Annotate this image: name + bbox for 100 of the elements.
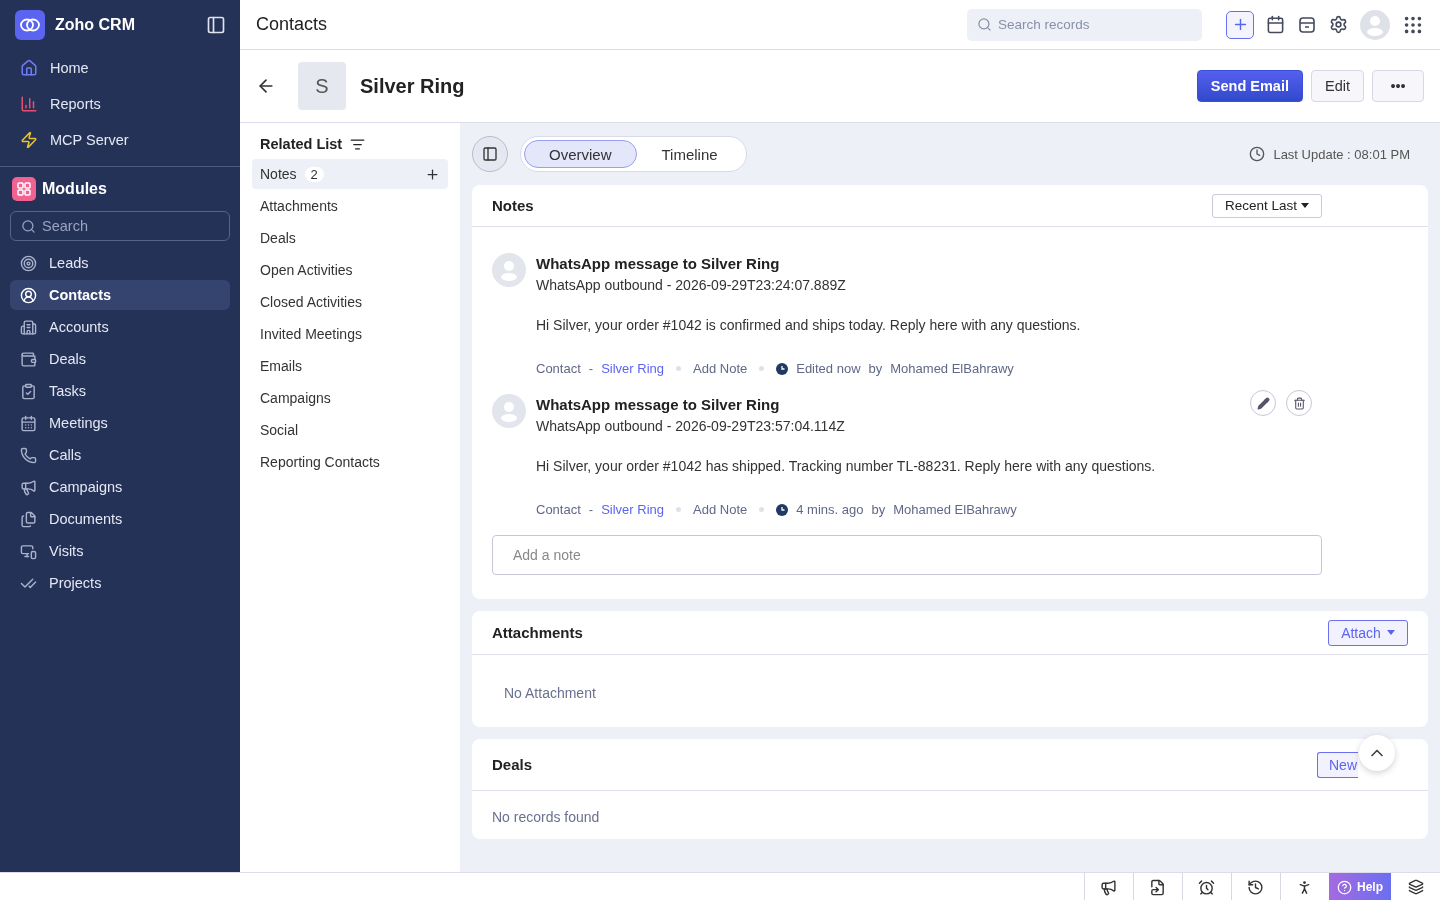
action-button[interactable]: Edit (1311, 70, 1364, 102)
count: 2 (304, 166, 324, 182)
filter-icon[interactable] (350, 136, 366, 152)
monitor-icon (20, 542, 37, 560)
panel-icon (482, 146, 498, 162)
related-list-item[interactable]: Campaigns (252, 383, 448, 413)
separator: - (588, 361, 594, 376)
module-item[interactable]: Campaigns (10, 472, 230, 502)
help-button[interactable]: Help (1329, 873, 1391, 900)
record-name: Silver Ring (360, 74, 466, 98)
avatar-icon (1364, 13, 1386, 36)
module-search-field[interactable]: Search (10, 211, 230, 241)
action-button[interactable]: ••• (1372, 70, 1424, 102)
avatar-icon (498, 400, 520, 422)
view-tab[interactable]: Overview (524, 140, 637, 168)
related-list-item[interactable]: Notes 2 (252, 159, 448, 189)
module-item[interactable]: Deals (10, 344, 230, 374)
note-text: Hi Silver, your order #1042 is confirmed and ships today. Reply here with any questions. (536, 316, 1081, 335)
note-time: Edited now (796, 361, 861, 376)
related-list-title: Related List (260, 136, 343, 152)
logo-icon (15, 10, 45, 40)
nav-item[interactable]: Reports (0, 86, 240, 122)
note-title: WhatsApp message to Silver Ring (536, 395, 781, 415)
wallet-icon (20, 350, 37, 368)
add-button[interactable] (1226, 10, 1254, 39)
record-link[interactable]: Silver Ring (601, 502, 664, 517)
module-label: Contact (536, 361, 581, 376)
modules-title: Modules (42, 180, 107, 198)
module-item[interactable]: Documents (10, 504, 230, 534)
note-author: Mohamed ElBahrawy (890, 361, 1014, 376)
settings-icon[interactable] (1329, 15, 1348, 34)
related-list-item[interactable]: Emails (252, 351, 448, 381)
sidebar-toggle-icon[interactable] (206, 15, 226, 35)
clock-icon (776, 503, 789, 516)
related-list-item[interactable]: Reporting Contacts (252, 447, 448, 477)
target-icon (20, 254, 37, 272)
module-item[interactable]: Calls (10, 440, 230, 470)
note-text: Hi Silver, your order #1042 has shipped. Tracking number TL-88231. Reply here with any questions. (536, 457, 1156, 476)
megaphone-icon (20, 478, 37, 496)
phone-icon (20, 446, 37, 464)
question-icon (1337, 879, 1352, 895)
clock-icon (1249, 146, 1266, 162)
trash-icon (1292, 396, 1306, 410)
new-button[interactable]: New (1317, 751, 1358, 778)
page-title: Contacts (256, 14, 329, 35)
module-item[interactable]: Tasks (10, 376, 230, 406)
source-label: Add Note (693, 502, 748, 517)
user-circle-icon (20, 286, 37, 304)
pencil-icon (1256, 396, 1270, 410)
zigzag-icon (20, 131, 38, 149)
related-list-item[interactable]: Deals (252, 223, 448, 253)
modules-icon (12, 177, 36, 201)
note-time: 4 mins. ago (796, 502, 864, 517)
primary-button[interactable]: Send Email (1196, 70, 1303, 102)
calendar-icon[interactable] (1266, 15, 1285, 34)
empty-message: No Attachment (504, 685, 596, 701)
nav-item[interactable]: Home (0, 50, 240, 86)
view-tab[interactable]: Timeline (636, 140, 743, 168)
documents-icon (20, 510, 37, 528)
calendar-icon (20, 414, 37, 432)
panel-toggle-button[interactable] (472, 136, 508, 172)
attach-button[interactable]: Attach (1328, 619, 1408, 646)
module-label: Contact (536, 502, 581, 517)
home-icon (20, 59, 38, 77)
nav-item[interactable]: MCP Server (0, 122, 240, 158)
module-item[interactable]: Leads (10, 248, 230, 278)
store-icon[interactable] (1297, 14, 1317, 35)
module-item[interactable]: Meetings (10, 408, 230, 438)
card-title: Notes (492, 197, 534, 214)
add-icon[interactable] (425, 166, 440, 182)
note-author: Mohamed ElBahrawy (893, 502, 1017, 517)
clock-icon (776, 362, 789, 375)
module-item[interactable]: Accounts (10, 312, 230, 342)
note-subtitle: WhatsApp outbound - 2026-09-29T23:24:07.889Z (536, 276, 847, 295)
caret-icon (1386, 630, 1395, 635)
module-item[interactable]: Contacts (10, 280, 230, 310)
by-label: by (868, 361, 883, 376)
empty-message: No records found (492, 809, 600, 825)
module-item[interactable]: Visits (10, 536, 230, 566)
add-note-field[interactable]: Add a note (492, 535, 1322, 575)
note-title: WhatsApp message to Silver Ring (536, 254, 781, 274)
card-title: Deals (492, 756, 533, 773)
edit-button[interactable] (1250, 390, 1276, 416)
module-item[interactable]: Projects (10, 568, 230, 598)
delete-button[interactable] (1286, 390, 1312, 416)
source-label: Add Note (693, 361, 748, 376)
related-list-item[interactable]: Invited Meetings (252, 319, 448, 349)
sort-dropdown[interactable]: Recent Last (1211, 193, 1322, 218)
record-avatar: S (298, 62, 346, 110)
building-icon (20, 318, 37, 336)
related-list-item[interactable]: Social (252, 415, 448, 445)
by-label: by (871, 502, 886, 517)
record-link[interactable]: Silver Ring (601, 361, 664, 376)
related-list-item[interactable]: Open Activities (252, 255, 448, 285)
search-icon (977, 17, 992, 32)
avatar-icon (498, 259, 520, 281)
related-list-item[interactable]: Attachments (252, 191, 448, 221)
related-list-item[interactable]: Closed Activities (252, 287, 448, 317)
separator: - (588, 502, 594, 517)
brand-name: Zoho CRM (55, 16, 136, 34)
